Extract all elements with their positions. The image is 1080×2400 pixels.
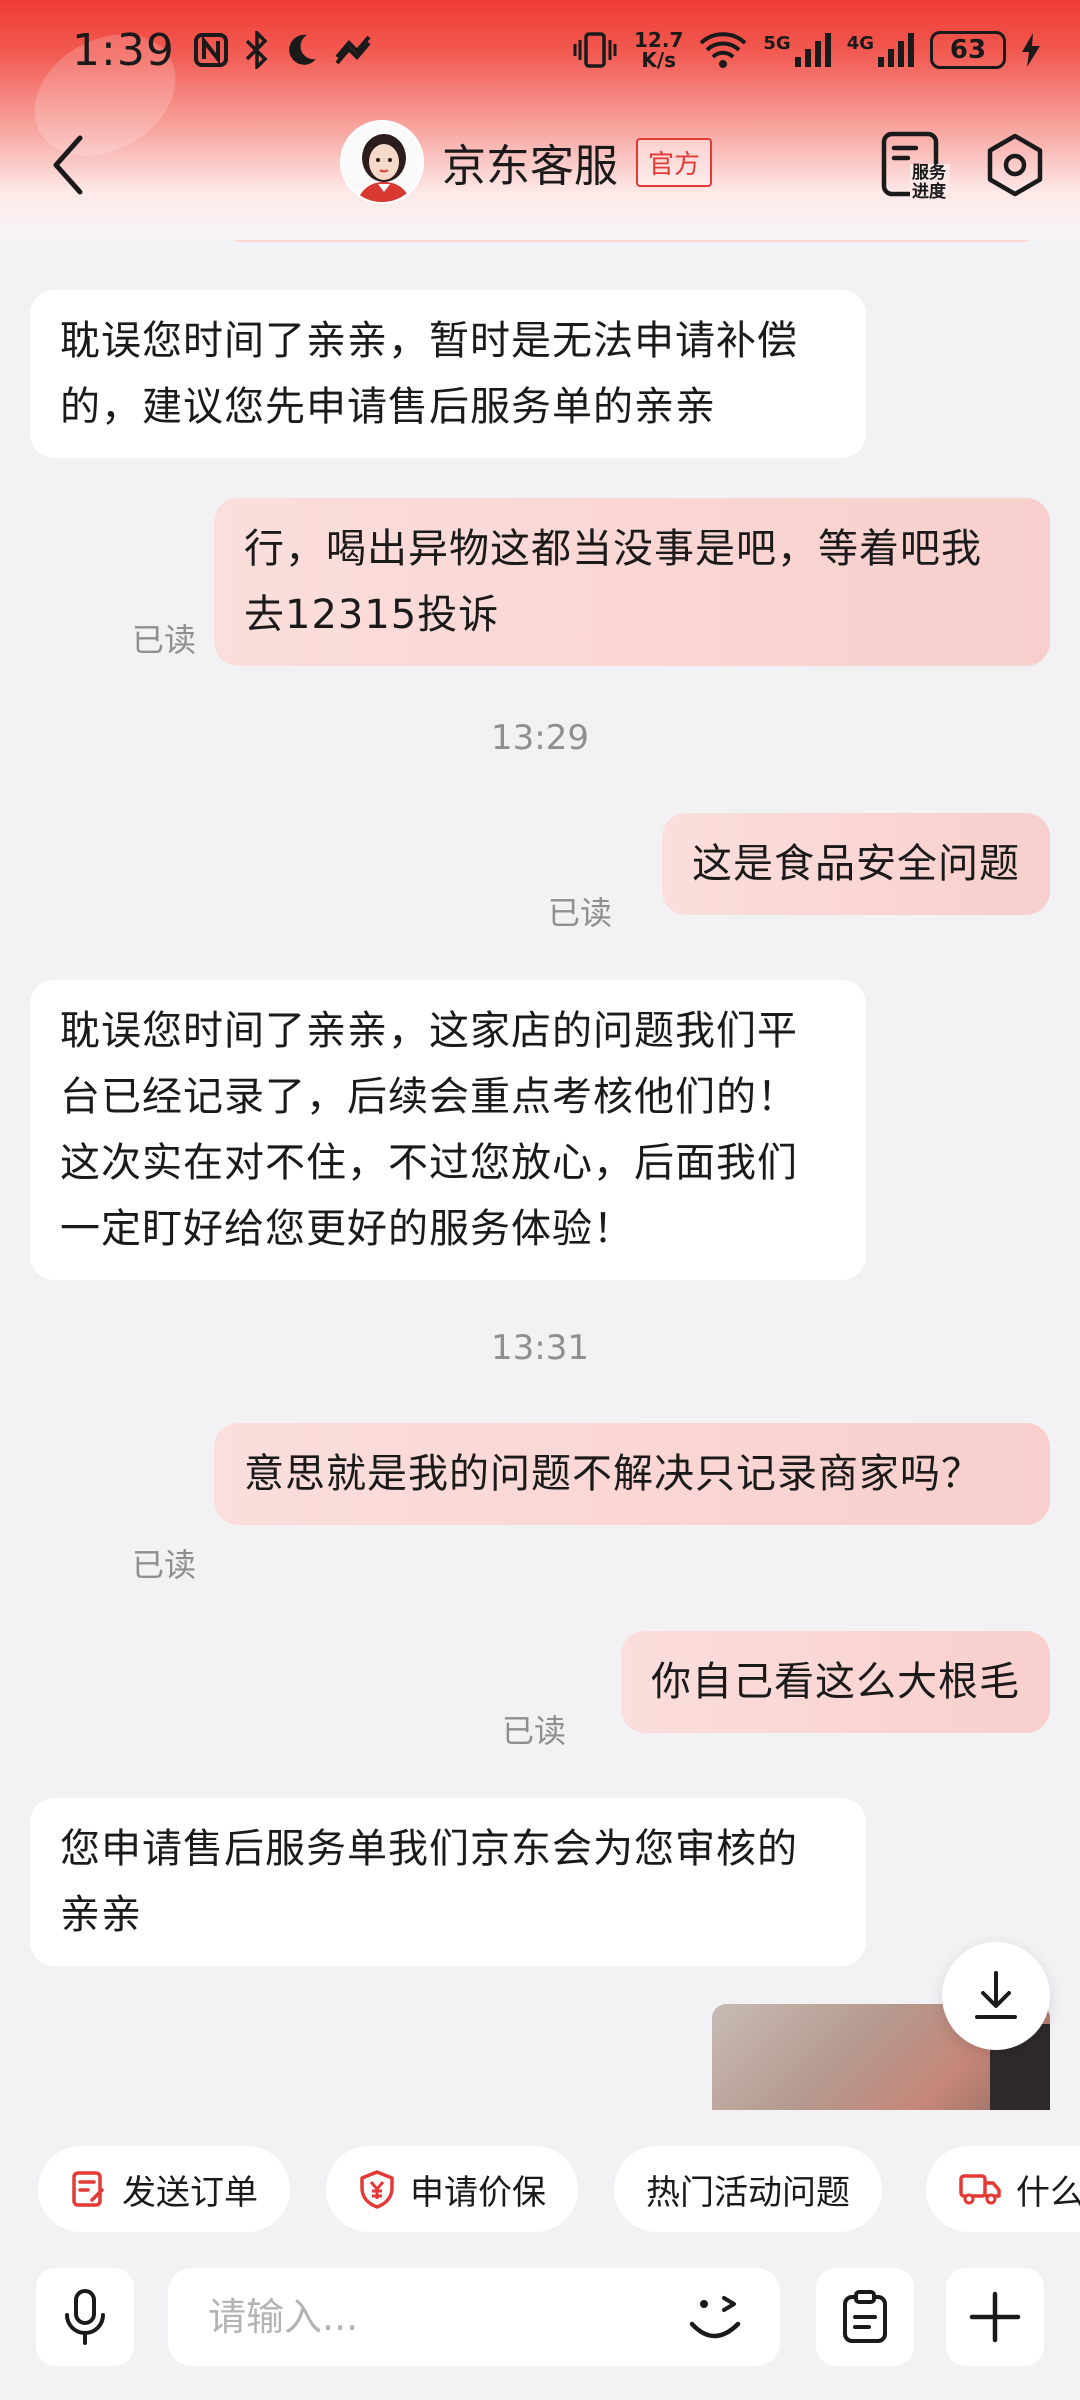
clipboard-icon	[843, 2290, 887, 2343]
read-receipt: 已读	[548, 894, 613, 932]
read-receipt: 已读	[502, 1712, 567, 1750]
microphone-icon	[65, 2289, 105, 2345]
quick-action-hot-activities[interactable]: 热门活动问题	[614, 2146, 882, 2232]
signal-4g-label: 4G	[846, 33, 874, 54]
chat-title-group[interactable]: 京东客服 官方	[340, 120, 713, 204]
chat-message-list[interactable]: 耽误您时间了亲亲，暂时是无法申请补偿的，建议您先申请售后服务单的亲亲 已读 行，…	[0, 220, 1080, 2110]
plus-icon	[969, 2291, 1021, 2343]
agent-avatar	[340, 120, 424, 204]
scroll-to-bottom-button[interactable]	[942, 1942, 1050, 2050]
service-progress-button[interactable]: 服务 进度	[880, 130, 950, 202]
clipboard-button[interactable]	[816, 2268, 914, 2366]
read-receipt: 已读	[132, 621, 197, 659]
net-speed-value: 12.7	[634, 28, 684, 52]
download-arrow-icon	[975, 1971, 1017, 2019]
quick-action-bar[interactable]: 发送订单 申请价保 热门活动问题 什么	[0, 2110, 1080, 2270]
quick-action-partial[interactable]: 什么	[926, 2146, 1080, 2232]
chat-title: 京东客服	[442, 141, 618, 192]
signal-4g: 4G	[847, 33, 914, 67]
input-bar	[0, 2250, 1080, 2400]
link-icon	[335, 35, 371, 65]
message-bubble-outgoing[interactable]: 行，喝出异物这都当没事是吧，等着吧我去12315投诉	[214, 498, 1050, 666]
wifi-icon	[700, 32, 747, 68]
read-receipt: 已读	[132, 1546, 197, 1584]
signal-5g-label: 5G	[763, 33, 791, 54]
quick-action-price-protect[interactable]: 申请价保	[326, 2146, 578, 2232]
quick-action-label: 申请价保	[410, 2172, 546, 2213]
header-area: 1:39 12.7 K/s 5G 4G 63 京东客服 官方 服务 进度	[0, 0, 1080, 240]
signal-bars-icon	[794, 33, 831, 67]
bluetooth-icon	[245, 31, 268, 69]
net-speed: 12.7 K/s	[634, 30, 683, 70]
nav-bar: 京东客服 官方 服务 进度	[0, 110, 1080, 220]
message-bubble-incoming[interactable]: 耽误您时间了亲亲，暂时是无法申请补偿的，建议您先申请售后服务单的亲亲	[30, 290, 866, 458]
quick-action-label: 发送订单	[122, 2172, 258, 2213]
message-bubble-outgoing[interactable]: 你自己看这么大根毛	[621, 1631, 1050, 1733]
net-speed-unit: K/s	[641, 48, 677, 72]
order-icon	[72, 2171, 104, 2207]
signal-5g: 5G	[763, 33, 831, 67]
quick-action-label: 热门活动问题	[646, 2172, 850, 2213]
service-progress-label: 服务 进度	[912, 163, 946, 202]
signal-bars-icon	[878, 33, 914, 67]
settings-icon[interactable]	[982, 132, 1048, 198]
moon-icon	[289, 34, 316, 65]
more-options-button[interactable]	[946, 2268, 1044, 2366]
quick-action-send-order[interactable]: 发送订单	[38, 2146, 290, 2232]
status-time: 1:39	[72, 24, 175, 76]
vibrate-icon	[573, 32, 617, 68]
price-protect-icon	[360, 2170, 394, 2209]
timestamp: 13:29	[491, 718, 589, 758]
nfc-icon	[193, 33, 228, 67]
quick-action-label: 什么	[1016, 2172, 1080, 2213]
truck-icon	[959, 2174, 1001, 2205]
agent-avatar-icon	[342, 122, 422, 202]
status-bar: 1:39 12.7 K/s 5G 4G 63	[0, 0, 1080, 100]
back-icon[interactable]	[46, 132, 96, 198]
message-bubble-incoming[interactable]: 耽误您时间了亲亲，这家店的问题我们平台已经记录了，后续会重点考核他们的！这次实在…	[30, 980, 866, 1280]
official-badge: 官方	[636, 137, 713, 187]
message-bubble-outgoing[interactable]: 意思就是我的问题不解决只记录商家吗？	[214, 1423, 1050, 1525]
message-bubble-outgoing[interactable]: 这是食品安全问题	[662, 813, 1050, 915]
charging-icon	[1022, 33, 1040, 67]
message-bubble-incoming[interactable]: 您申请售后服务单我们京东会为您审核的亲亲	[30, 1798, 866, 1966]
timestamp: 13:31	[491, 1328, 589, 1368]
emoji-icon[interactable]	[680, 2286, 750, 2352]
battery-indicator: 63	[930, 31, 1006, 69]
voice-input-button[interactable]	[36, 2268, 134, 2366]
